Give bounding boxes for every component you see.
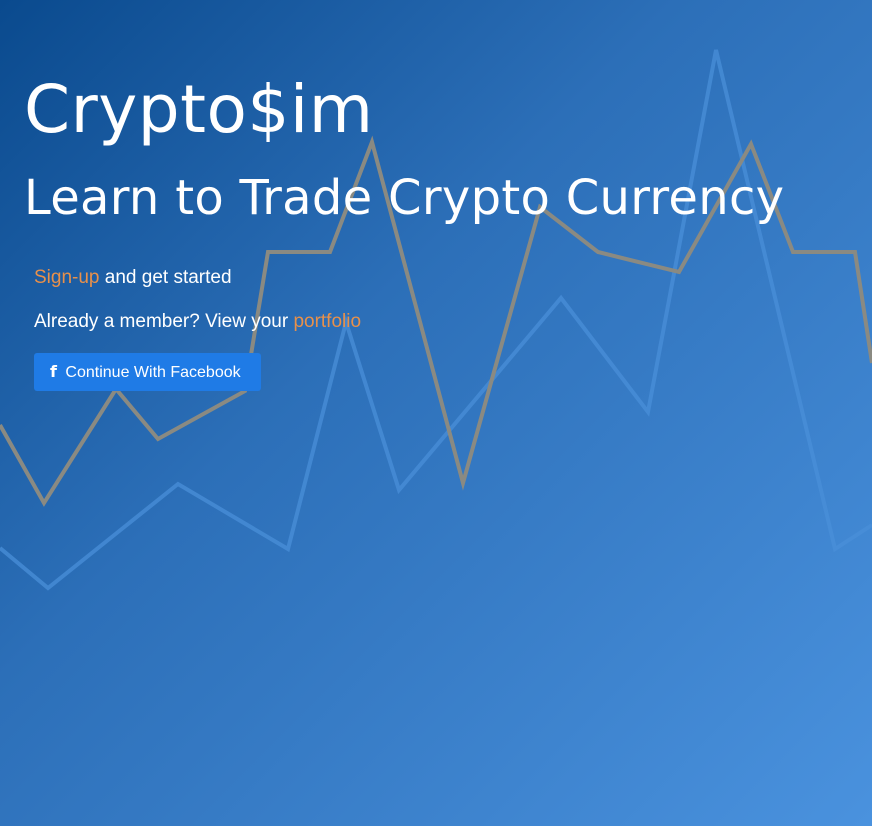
continue-with-facebook-button[interactable]: f Continue With Facebook [34, 353, 261, 391]
tagline: Learn to Trade Crypto Currency [24, 170, 785, 226]
facebook-button-label: Continue With Facebook [65, 364, 241, 381]
signup-line: Sign-up and get started [34, 265, 232, 291]
portfolio-link[interactable]: portfolio [293, 311, 361, 332]
facebook-icon: f [50, 362, 57, 381]
signup-link[interactable]: Sign-up [34, 267, 100, 288]
member-line: Already a member? View your portfolio [34, 309, 361, 335]
brand-title: Crypto$im [24, 71, 374, 148]
signup-line-text: and get started [99, 267, 232, 288]
member-line-text: Already a member? View your [34, 311, 294, 332]
